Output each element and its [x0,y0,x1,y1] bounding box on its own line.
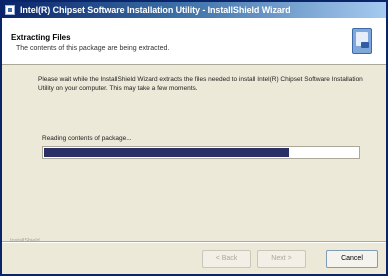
footer-separator [2,241,386,243]
progress-bar [42,146,360,159]
cancel-button[interactable]: Cancel [326,250,378,268]
wizard-header: Extracting Files The contents of this pa… [2,18,386,65]
header-title: Extracting Files [11,33,71,42]
header-subtitle: The contents of this package are being e… [16,45,170,52]
app-icon [5,5,15,15]
window-title: Intel(R) Chipset Software Installation U… [20,5,291,15]
body-message: Please wait while the InstallShield Wiza… [38,76,363,92]
title-bar[interactable]: Intel(R) Chipset Software Installation U… [2,2,386,18]
progress-label: Reading contents of package... [42,135,132,142]
installer-window: Intel(R) Chipset Software Installation U… [0,0,388,276]
next-button[interactable]: Next > [257,250,306,268]
installer-box-icon [352,28,372,54]
back-button[interactable]: < Back [202,250,251,268]
progress-fill [44,148,289,157]
